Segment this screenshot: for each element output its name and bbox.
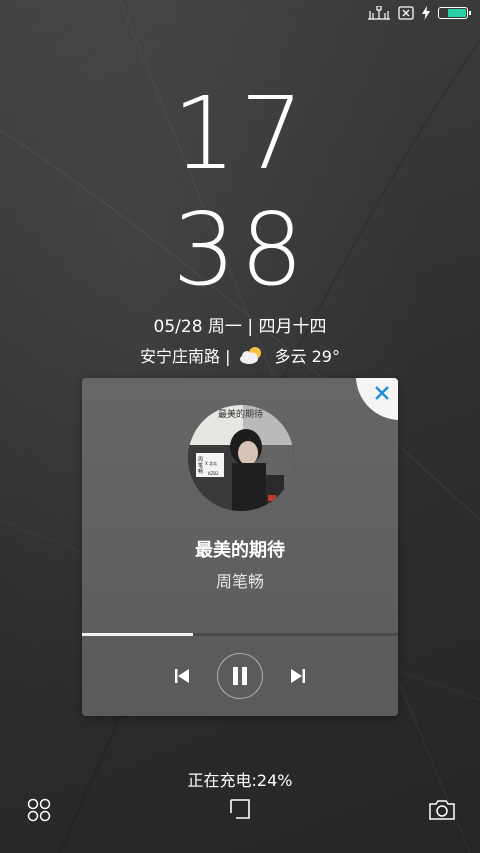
album-badge-line-3: 畅: [198, 468, 203, 475]
battery-fill: [448, 9, 466, 17]
song-title: 最美的期待: [195, 540, 285, 561]
album-art: KZB2 最美的期待 周 笔 畅 X 北岛: [188, 405, 294, 511]
previous-button[interactable]: [168, 662, 196, 690]
skip-previous-icon: [175, 669, 189, 683]
date-text: 05/28 周一 | 四月十四: [153, 317, 327, 337]
weather-line: 安宁庄南路 | 多云 29°: [0, 343, 480, 367]
album-caption: 最美的期待: [218, 408, 263, 420]
pause-button[interactable]: [217, 653, 263, 699]
playback-controls: [82, 636, 398, 716]
weather-location: 安宁庄南路 |: [140, 347, 231, 366]
weather-condition: 多云 29°: [274, 347, 340, 366]
charging-status: 正在充电:24%: [187, 771, 293, 790]
partly-cloudy-icon: [239, 345, 265, 365]
square-icon[interactable]: [228, 797, 254, 823]
apps-icon[interactable]: [26, 797, 52, 823]
battery-icon: [438, 7, 471, 19]
close-icon: [375, 386, 389, 400]
music-player-card: KZB2 最美的期待 周 笔 畅 X 北岛 最美的期待 周笔畅: [82, 378, 398, 716]
no-sim-icon: [398, 6, 414, 20]
clock-hours: 17: [172, 75, 308, 192]
song-artist: 周笔畅: [215, 572, 264, 591]
pause-icon: [233, 667, 247, 685]
status-bar: [368, 4, 471, 22]
charging-bolt-icon: [422, 6, 430, 20]
next-button[interactable]: [284, 662, 312, 690]
album-badge-line-2: 笔: [198, 462, 203, 469]
album-badge-code: KZB2: [208, 471, 219, 476]
signal-icon: [368, 6, 390, 20]
album-badge-text: X 北岛: [205, 460, 217, 466]
clock-minutes: 38: [172, 191, 308, 308]
skip-next-icon: [291, 669, 305, 683]
camera-icon[interactable]: [428, 797, 455, 823]
